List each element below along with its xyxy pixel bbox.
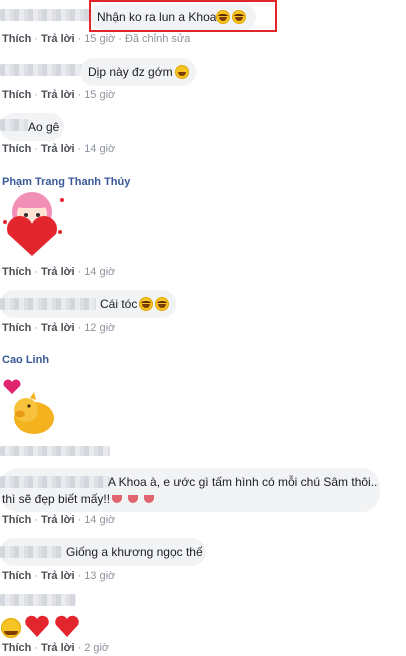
- comment-actions: Thích · Trả lời · 15 giờ: [2, 89, 116, 101]
- tongue-emoji-icon: [128, 495, 138, 503]
- reply-link[interactable]: Trả lời: [41, 570, 75, 582]
- blurred-author-name: [0, 119, 28, 131]
- like-link[interactable]: Thích: [2, 322, 31, 334]
- timestamp[interactable]: 14 giờ: [84, 266, 115, 278]
- comment-text: Giống a khương ngọc thế: [66, 545, 203, 559]
- timestamp[interactable]: 14 giờ: [84, 143, 115, 155]
- comment-actions: Thích · Trả lời · 14 giờ: [2, 514, 116, 526]
- laugh-emoji-icon: [155, 297, 169, 311]
- like-link[interactable]: Thích: [2, 33, 31, 45]
- comment-actions: Thích · Trả lời · 14 giờ: [2, 143, 116, 155]
- reply-link[interactable]: Trả lời: [41, 642, 75, 654]
- like-link[interactable]: Thích: [2, 514, 31, 526]
- timestamp[interactable]: 13 giờ: [84, 570, 115, 582]
- blurred-author-name: [0, 64, 84, 76]
- reply-link[interactable]: Trả lời: [41, 143, 75, 155]
- sticker-bangs: [16, 198, 48, 208]
- comment-actions: Thích · Trả lời · 14 giờ: [2, 266, 116, 278]
- comment-actions: Thích · Trả lời · 12 giờ: [2, 322, 116, 334]
- comment-actions: Thích · Trả lời · 15 giờ · Đã chỉnh sửa: [2, 33, 191, 45]
- smile-emoji-icon: [1, 618, 21, 638]
- comment-bubble: A Khoa à, e ước gì tấm hình có mỗi chú S…: [0, 468, 380, 512]
- piggy-head: [14, 398, 38, 422]
- comment-text-line-1: A Khoa à, e ước gì tấm hình có mỗi chú S…: [108, 475, 378, 489]
- comment-text-line-2: thì sẽ đẹp biết mấy!!: [2, 492, 111, 506]
- highlight-box: [89, 0, 277, 32]
- comment-bubble: Dịp này đz gớm: [80, 58, 196, 86]
- tongue-emoji-icon: [112, 495, 122, 503]
- tongue-emoji-icon: [144, 495, 154, 503]
- like-link[interactable]: Thích: [2, 642, 31, 654]
- blurred-author-name: [0, 594, 76, 606]
- timestamp[interactable]: 15 giờ: [84, 89, 115, 101]
- blurred-actions: [0, 444, 110, 456]
- sticker-small-heart: [3, 379, 21, 394]
- comment-text: Ao gê: [28, 120, 60, 134]
- comment-actions: Thích · Trả lời · 13 giờ: [2, 570, 116, 582]
- reply-link[interactable]: Trả lời: [41, 266, 75, 278]
- reply-link[interactable]: Trả lời: [41, 89, 75, 101]
- like-link[interactable]: Thích: [2, 266, 31, 278]
- timestamp[interactable]: 12 giờ: [84, 322, 115, 334]
- like-link[interactable]: Thích: [2, 143, 31, 155]
- edited-label[interactable]: Đã chỉnh sửa: [125, 33, 190, 45]
- reply-link[interactable]: Trả lời: [41, 514, 75, 526]
- timestamp[interactable]: 14 giờ: [84, 514, 115, 526]
- comment-author[interactable]: Phạm Trang Thanh Thúy: [2, 176, 130, 188]
- girl-heart-sticker: [3, 192, 64, 256]
- comment-text: Dịp này đz gớm: [88, 65, 173, 79]
- piggy-sticker: [3, 379, 54, 434]
- comment-actions: Thích · Trả lời · 2 giờ: [2, 642, 110, 654]
- timestamp[interactable]: 15 giờ: [84, 33, 115, 45]
- reply-link[interactable]: Trả lời: [41, 33, 75, 45]
- red-heart-icon: [55, 615, 79, 637]
- blurred-author-name: [0, 298, 96, 310]
- comment-bubble: Cái tóc: [0, 290, 176, 318]
- comment-bubble: Ao gê: [0, 113, 64, 141]
- reply-link[interactable]: Trả lời: [41, 322, 75, 334]
- like-link[interactable]: Thích: [2, 89, 31, 101]
- timestamp[interactable]: 2 giờ: [84, 642, 109, 654]
- blurred-author-name: [0, 9, 92, 21]
- comment-author[interactable]: Cao Linh: [2, 354, 49, 366]
- blurred-author-name: [0, 476, 110, 488]
- comment-text: Cái tóc: [100, 297, 138, 311]
- blurred-author-name: [0, 546, 62, 558]
- red-heart-icon: [25, 615, 49, 637]
- grin-emoji-icon: [175, 65, 189, 79]
- like-link[interactable]: Thích: [2, 570, 31, 582]
- comment-bubble: Giống a khương ngọc thế: [0, 538, 206, 566]
- laugh-emoji-icon: [139, 297, 153, 311]
